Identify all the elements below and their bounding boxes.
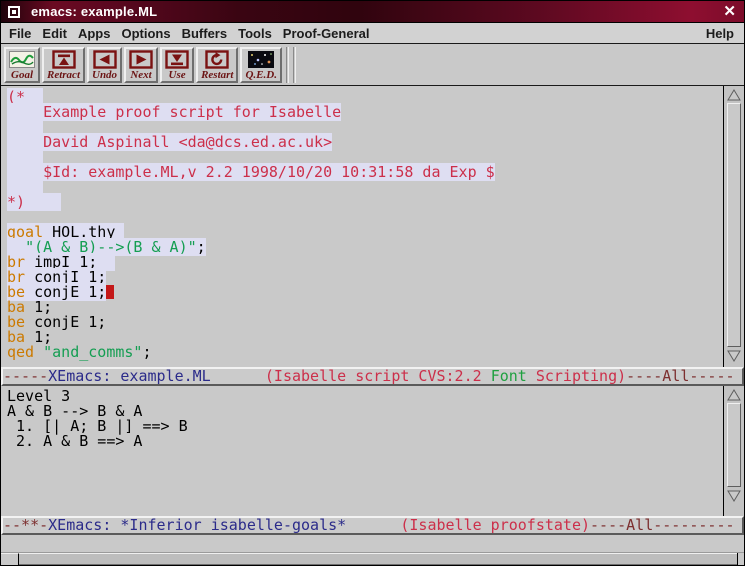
qed-restart-button-label: Restart: [201, 69, 233, 81]
qed-starry-image-icon: [248, 50, 274, 69]
minibuffer[interactable]: [1, 535, 744, 552]
proof-toolbar: Goal Retract Undo Next: [1, 44, 744, 86]
menu-apps[interactable]: Apps: [78, 26, 111, 41]
qed-button[interactable]: Q.E.D.: [240, 47, 281, 83]
restart-button[interactable]: Restart: [196, 47, 238, 83]
undo-button[interactable]: Undo: [87, 47, 122, 83]
scrollbar-thumb[interactable]: [727, 403, 741, 487]
menu-edit[interactable]: Edit: [42, 26, 67, 41]
script-modeline[interactable]: -----XEmacs: example.ML (Isabelle script…: [1, 367, 744, 386]
hscroll-corner-box: [1, 553, 19, 565]
toolbar-separator: [286, 47, 289, 83]
scroll-down-icon[interactable]: [726, 349, 742, 362]
code-line: ba 1;: [7, 300, 723, 315]
goal-button-label: Goal: [11, 69, 33, 81]
code-line: *): [7, 195, 723, 210]
scroll-down-icon[interactable]: [726, 489, 742, 502]
script-scrollbar[interactable]: [723, 86, 744, 367]
close-icon[interactable]: ✕: [723, 1, 736, 23]
menu-help[interactable]: Help: [706, 26, 734, 41]
retract-button-label: Retract: [47, 69, 80, 81]
code-line: $Id: example.ML,v 2.2 1998/10/20 10:31:5…: [7, 165, 723, 180]
goals-buffer[interactable]: Level 3A & B --> B & A 1. [| A; B |] ==>…: [1, 386, 723, 516]
menu-proof-general[interactable]: Proof-General: [283, 26, 370, 41]
retract-button[interactable]: Retract: [42, 47, 85, 83]
hscroll-trough[interactable]: [19, 553, 737, 565]
use-to-bottom-arrow-icon: [165, 50, 189, 69]
code-line: br conjI 1;: [7, 270, 723, 285]
horizontal-scrollbar[interactable]: [1, 552, 744, 565]
goals-modeline[interactable]: --**-XEmacs: *Inferior isabelle-goals* (…: [1, 516, 744, 535]
retract-to-top-arrow-icon: [52, 50, 76, 69]
code-line: [7, 180, 723, 195]
goal-button[interactable]: Goal: [4, 47, 40, 83]
code-line: be conjE 1;: [7, 285, 723, 300]
code-line: be conjE 1;: [7, 315, 723, 330]
hscroll-end-box: [737, 553, 744, 565]
next-button[interactable]: Next: [124, 47, 158, 83]
text-cursor: [106, 285, 114, 299]
menu-tools[interactable]: Tools: [238, 26, 272, 41]
menu-bar: File Edit Apps Options Buffers Tools Pro…: [1, 23, 744, 44]
script-buffer[interactable]: (* Example proof script for Isabelle Dav…: [1, 86, 723, 367]
code-line: qed "and_comms";: [7, 345, 723, 360]
menu-buffers[interactable]: Buffers: [182, 26, 228, 41]
left-arrow-icon: [93, 50, 117, 69]
use-button[interactable]: Use: [160, 47, 194, 83]
scroll-up-icon[interactable]: [726, 88, 742, 101]
window-title: emacs: example.ML: [31, 4, 157, 19]
code-line: Example proof script for Isabelle: [7, 105, 723, 120]
goals-scrollbar[interactable]: [723, 386, 744, 516]
scroll-up-icon[interactable]: [726, 388, 742, 401]
toolbar-separator: [293, 47, 296, 83]
goal-image-icon: [9, 50, 35, 69]
undo-button-label: Undo: [92, 69, 117, 81]
use-button-label: Use: [169, 69, 186, 81]
restart-circular-arrow-icon: [205, 50, 229, 69]
code-line: br impI 1;: [7, 255, 723, 270]
menu-options[interactable]: Options: [121, 26, 170, 41]
code-line: David Aspinall <da@dcs.ed.ac.uk>: [7, 135, 723, 150]
menu-file[interactable]: File: [9, 26, 31, 41]
window-menu-icon[interactable]: [8, 6, 20, 18]
title-bar[interactable]: emacs: example.ML ✕: [1, 1, 744, 23]
qed-button-label: Q.E.D.: [245, 69, 276, 81]
scrollbar-thumb[interactable]: [727, 103, 741, 347]
right-arrow-icon: [129, 50, 153, 69]
xemacs-window: emacs: example.ML ✕ File Edit Apps Optio…: [0, 0, 745, 566]
goals-line: 2. A & B ==> A: [7, 434, 723, 449]
next-button-label: Next: [130, 69, 151, 81]
